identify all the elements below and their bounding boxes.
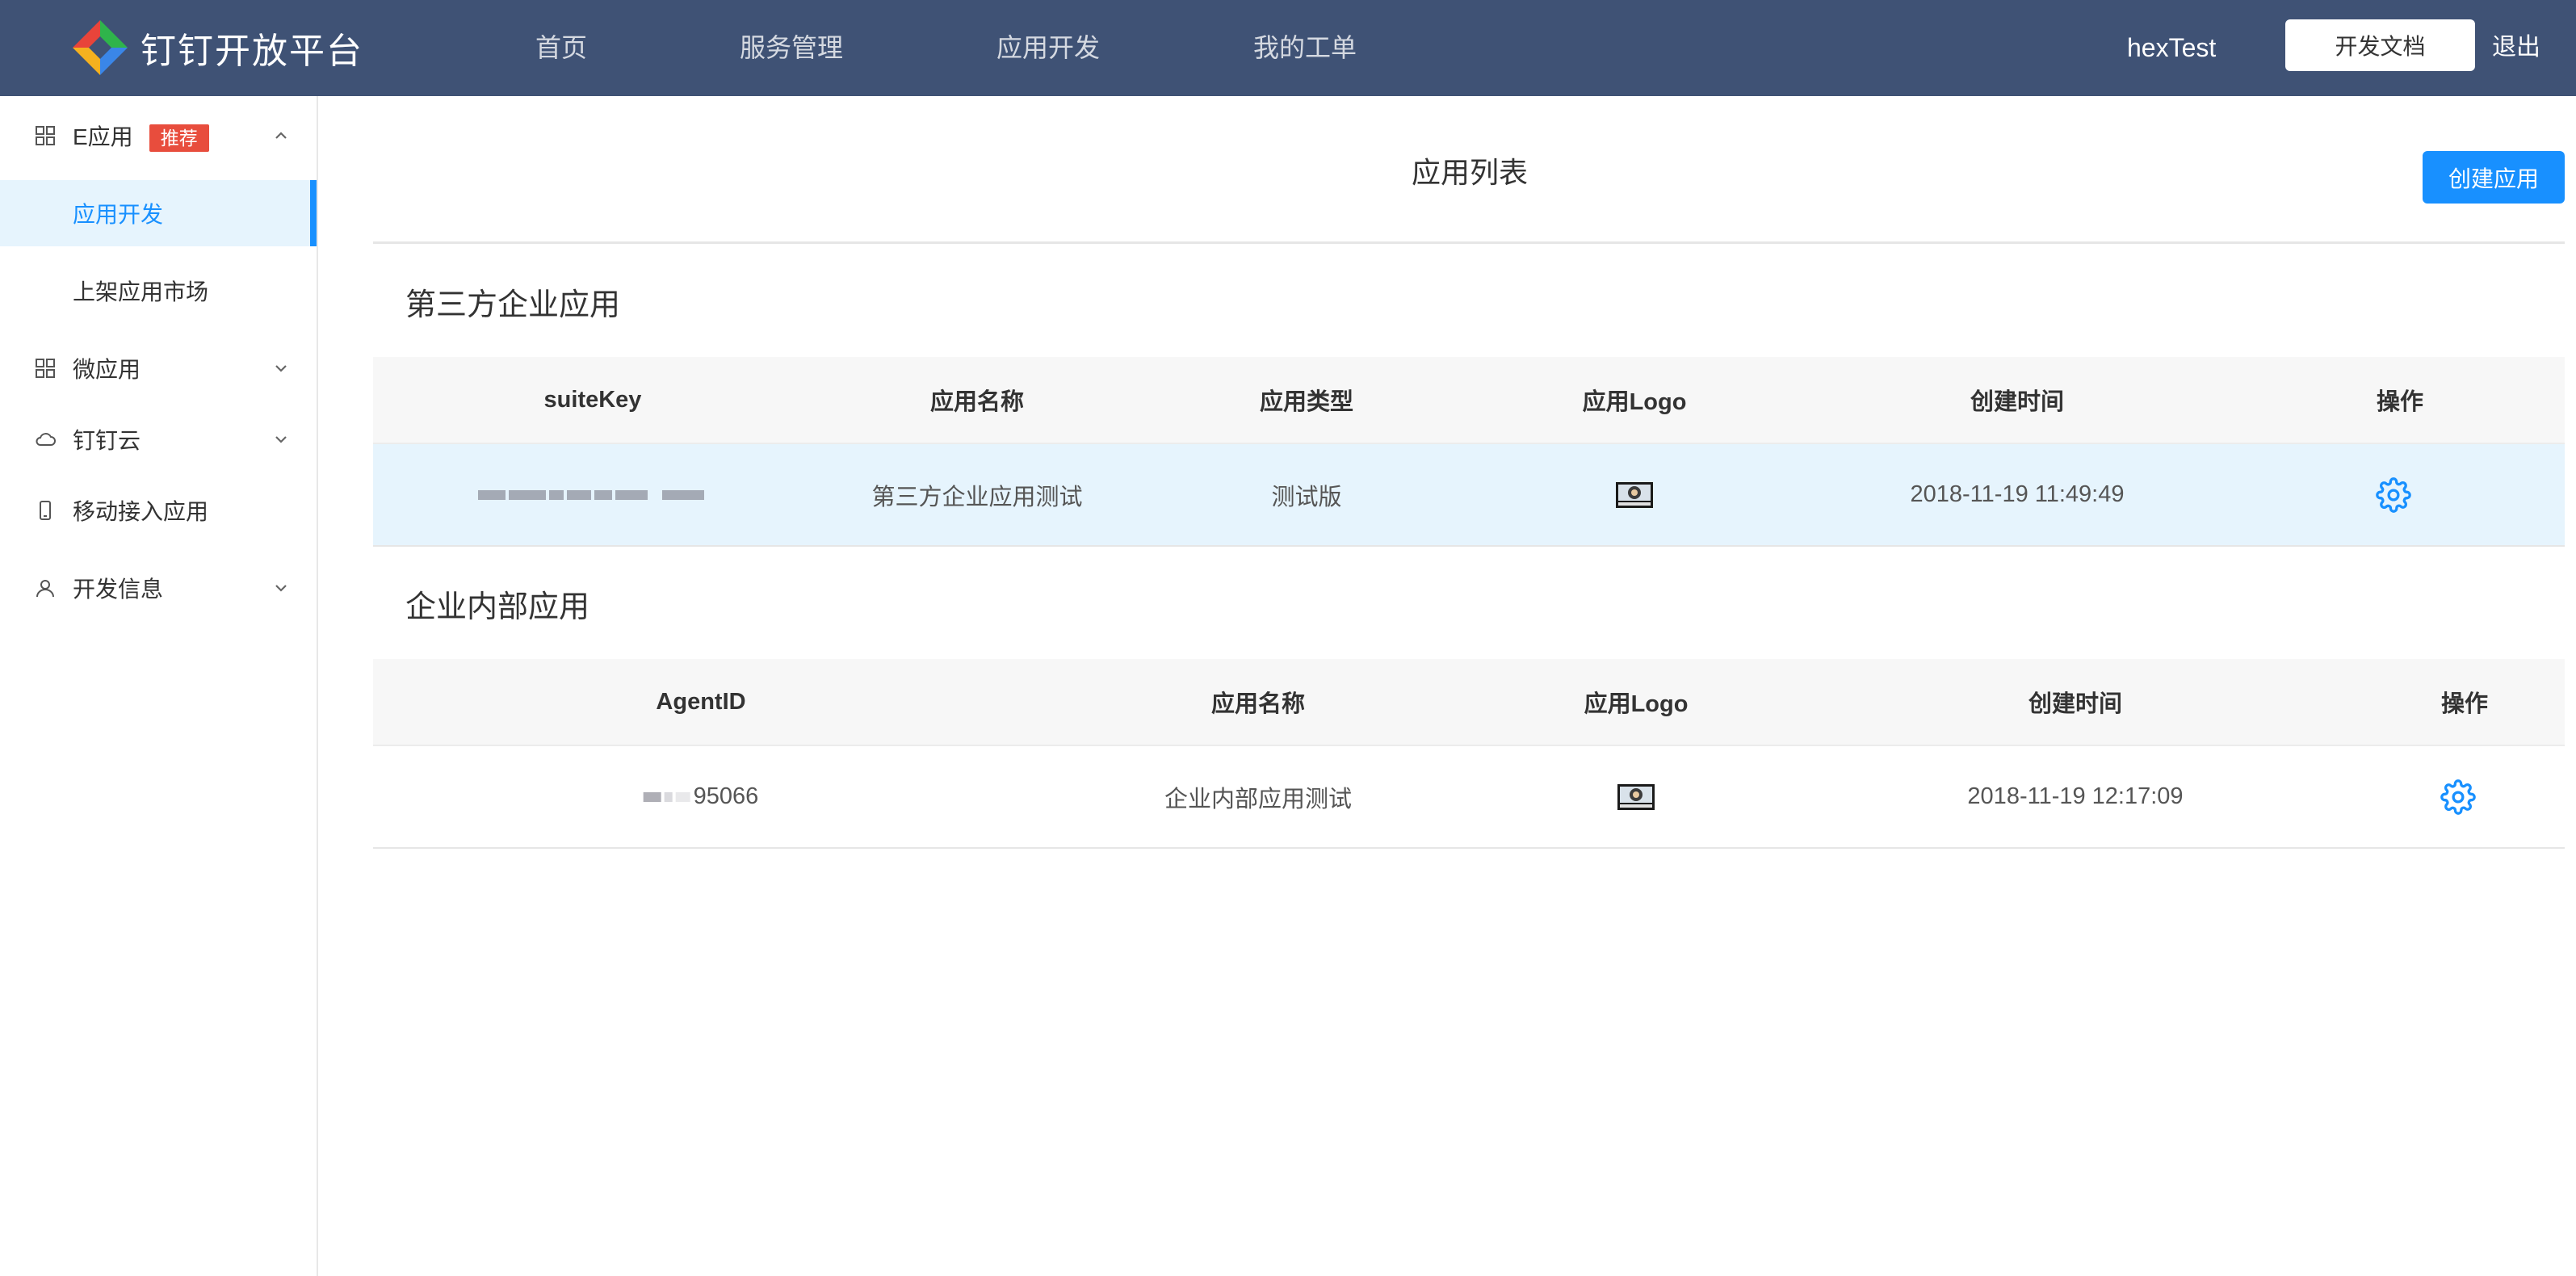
- sidebar-item-label: 开发信息: [73, 577, 164, 602]
- table-header: AgentID 应用名称 应用Logo 创建时间 操作: [373, 659, 2565, 746]
- column-header: 应用类型: [1259, 389, 1354, 415]
- column-header: 应用Logo: [1582, 389, 1687, 415]
- sidebar-item-mobile-access[interactable]: 移动接入应用: [0, 478, 317, 543]
- internal-app-table: AgentID 应用名称 应用Logo 创建时间 操作 95066 企业内部应用…: [373, 659, 2565, 849]
- column-header: suiteKey: [543, 386, 642, 413]
- brand[interactable]: 钉钉开放平台: [71, 18, 363, 78]
- logout-link[interactable]: 退出: [2492, 24, 2540, 71]
- sidebar-item-label: 钉钉云: [73, 428, 141, 453]
- table-row[interactable]: 第三方企业应用测试 测试版 2018-11-19 11:49:49: [373, 444, 2565, 547]
- nav-service-management[interactable]: 服务管理: [740, 24, 843, 71]
- table-header: suiteKey 应用名称 应用类型 应用Logo 创建时间 操作: [373, 357, 2565, 444]
- sidebar-item-dev-info[interactable]: 开发信息: [0, 556, 317, 620]
- section-title-third-party: 第三方企业应用: [405, 288, 621, 322]
- app-logo-thumbnail: [1617, 783, 1655, 810]
- brand-name: 钉钉开放平台: [141, 31, 363, 71]
- recommend-badge: 推荐: [149, 124, 209, 152]
- sidebar-item-label: 应用开发: [73, 202, 164, 227]
- active-indicator: [310, 180, 317, 246]
- gear-icon[interactable]: [2440, 779, 2476, 815]
- app-logo-thumbnail: [1616, 481, 1653, 508]
- sidebar: E应用 推荐 应用开发 上架应用市场 微应用 钉钉云 移动接入应用 开发信息: [0, 96, 318, 1276]
- app-logo-cell: [1616, 444, 1653, 545]
- mobile-icon: [40, 501, 51, 520]
- dingtalk-logo-icon: [73, 20, 128, 75]
- top-nav-bar: 钉钉开放平台 首页 服务管理 应用开发 我的工单 hexTest 开发文档 退出: [0, 0, 2576, 96]
- cloud-icon: [36, 433, 56, 446]
- third-party-app-table: suiteKey 应用名称 应用类型 应用Logo 创建时间 操作 第三方企业应…: [373, 357, 2565, 547]
- sidebar-item-label: 移动接入应用: [73, 499, 209, 524]
- suitekey-cell-redacted: [478, 444, 707, 545]
- redacted-value: [643, 791, 694, 802]
- gear-icon[interactable]: [2376, 476, 2411, 513]
- chevron-up-icon: [275, 132, 287, 139]
- create-app-button[interactable]: 创建应用: [2423, 151, 2565, 204]
- created-time-cell: 2018-11-19 11:49:49: [1910, 481, 2125, 507]
- column-header: 应用名称: [1210, 691, 1306, 717]
- sidebar-item-e-app-label: E应用: [73, 124, 133, 149]
- table-row[interactable]: 95066 企业内部应用测试 2018-11-19 12:17:09: [373, 746, 2565, 849]
- column-header: AgentID: [656, 688, 746, 715]
- chevron-down-icon: [275, 585, 287, 592]
- app-name-cell: 企业内部应用测试: [1164, 786, 1353, 812]
- app-type-cell: 测试版: [1271, 484, 1342, 510]
- app-logo-cell: [1617, 746, 1655, 847]
- nav-app-development[interactable]: 应用开发: [996, 24, 1100, 71]
- sidebar-subitem-publish-market[interactable]: 上架应用市场: [0, 258, 317, 324]
- sidebar-item-label: 微应用: [73, 357, 141, 382]
- dev-docs-button[interactable]: 开发文档: [2285, 19, 2475, 71]
- sidebar-item-label: E应用 推荐: [73, 120, 209, 152]
- sidebar-item-micro-app[interactable]: 微应用: [0, 336, 317, 401]
- column-header: 应用名称: [929, 389, 1025, 415]
- settings-cell: [2440, 746, 2476, 847]
- column-header: 操作: [2440, 691, 2489, 717]
- redacted-value: [478, 489, 707, 500]
- column-header: 应用Logo: [1584, 691, 1689, 717]
- grid-icon: [36, 126, 55, 145]
- settings-cell: [2376, 444, 2411, 545]
- sidebar-item-dingtalk-cloud[interactable]: 钉钉云: [0, 407, 317, 472]
- chevron-down-icon: [275, 365, 287, 372]
- sidebar-item-e-app[interactable]: E应用 推荐: [0, 103, 317, 168]
- chevron-down-icon: [275, 436, 287, 443]
- divider: [373, 241, 2565, 244]
- nav-home[interactable]: 首页: [535, 24, 587, 71]
- app-name-cell: 第三方企业应用测试: [871, 484, 1083, 510]
- sidebar-subitem-app-development[interactable]: 应用开发: [0, 180, 317, 246]
- column-header: 操作: [2376, 389, 2424, 415]
- column-header: 创建时间: [1970, 389, 2065, 415]
- nav-my-tickets[interactable]: 我的工单: [1253, 24, 1357, 71]
- section-title-internal: 企业内部应用: [405, 590, 590, 624]
- agent-id-cell: 95066: [643, 746, 759, 847]
- created-time-cell: 2018-11-19 12:17:09: [1967, 783, 2184, 809]
- sidebar-item-label: 上架应用市场: [73, 279, 209, 304]
- page-title: 应用列表: [1412, 156, 1529, 189]
- user-icon: [36, 580, 54, 598]
- current-user[interactable]: hexTest: [2127, 24, 2216, 71]
- agent-id-visible: 95066: [693, 783, 759, 809]
- column-header: 创建时间: [2028, 691, 2123, 717]
- grid-icon: [36, 359, 55, 378]
